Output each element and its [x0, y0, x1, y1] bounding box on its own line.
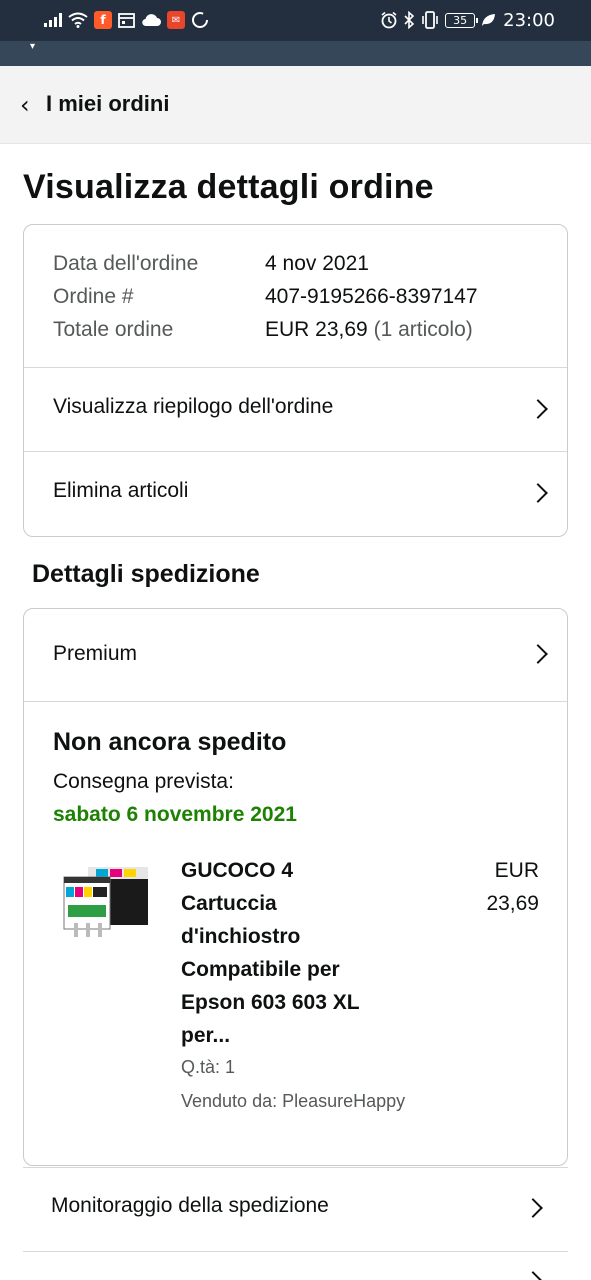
circle-icon: [192, 12, 208, 28]
shipping-speed-row[interactable]: Premium: [24, 609, 567, 701]
chevron-right-icon: [523, 1198, 543, 1218]
chevron-left-icon[interactable]: ‹: [20, 91, 30, 119]
vibrate-icon: [422, 11, 438, 29]
view-order-summary-label: Visualizza riepilogo dell'ordine: [53, 395, 334, 418]
shipping-speed: Premium: [53, 642, 138, 665]
product-price: EUR 23,69: [486, 854, 539, 920]
delivery-date: sabato 6 novembre 2021: [53, 803, 297, 826]
order-date-value: 4 nov 2021: [265, 252, 369, 275]
track-shipment-link[interactable]: Monitoraggio della spedizione: [23, 1167, 568, 1251]
order-date-label: Data dell'ordine: [53, 252, 199, 275]
page-title: Visualizza dettagli ordine: [23, 168, 434, 206]
order-number-value: 407-9195266-8397147: [265, 285, 478, 308]
alarm-icon: [381, 11, 397, 29]
order-total-label: Totale ordine: [53, 318, 174, 341]
app-f-icon: f: [94, 11, 112, 29]
cloud-icon: [142, 14, 161, 27]
battery-icon: 35: [445, 12, 479, 28]
shipment-section-title: Dettagli spedizione: [32, 560, 260, 588]
order-total-count: (1 articolo): [373, 318, 473, 341]
calendar-icon: [118, 13, 135, 28]
remove-items-label: Elimina articoli: [53, 479, 189, 502]
product-title-line: Epson 603 603 XL: [181, 991, 360, 1014]
back-label[interactable]: I miei ordini: [46, 91, 169, 117]
mail-icon: ✉: [167, 11, 185, 29]
status-bar-left: f ✉: [44, 9, 209, 31]
product-title-line: d'inchiostro: [181, 925, 301, 948]
shipment-card: Premium Non ancora spedito Consegna prev…: [23, 608, 568, 1166]
order-total: EUR 23,69 (1 articolo): [265, 313, 473, 346]
product-title-line: per...: [181, 1024, 231, 1047]
caret-down-icon[interactable]: ▾: [30, 41, 35, 52]
wifi-icon: [68, 12, 88, 28]
product-quantity: Q.tà: 1: [181, 1057, 236, 1077]
order-number-label: Ordine #: [53, 285, 134, 308]
leaf-icon: [482, 14, 496, 26]
shipment-detail: Non ancora spedito Consegna prevista: sa…: [24, 701, 567, 1165]
clock: 23:00: [503, 9, 555, 31]
chevron-right-icon: [528, 483, 548, 503]
chevron-right-icon: [523, 1271, 543, 1280]
price-currency: EUR: [494, 859, 539, 882]
product-title-line: Cartuccia: [181, 892, 277, 915]
battery-level: 35: [453, 13, 468, 27]
price-value: 23,69: [486, 892, 539, 915]
shipment-status: Non ancora spedito: [53, 728, 287, 756]
remove-items-link[interactable]: Elimina articoli: [24, 451, 567, 536]
status-bar: f ✉ 35 23:00: [0, 0, 591, 41]
product-title[interactable]: GUCOCO 4 Cartuccia d'inchiostro Compatib…: [181, 854, 411, 1052]
app-nav-strip: ▾: [0, 41, 591, 66]
product-title-line: GUCOCO 4: [181, 859, 294, 882]
chevron-right-icon: [528, 399, 548, 419]
status-bar-right: 35 23:00: [380, 9, 555, 31]
chevron-right-icon: [528, 644, 548, 664]
bluetooth-icon: [404, 11, 415, 29]
track-shipment-label: Monitoraggio della spedizione: [51, 1194, 329, 1217]
signal-icon: [44, 13, 62, 27]
order-total-value: EUR 23,69: [265, 318, 368, 341]
next-row[interactable]: [23, 1251, 568, 1280]
order-card: Data dell'ordine 4 nov 2021 Ordine # 407…: [23, 224, 568, 537]
view-order-summary-link[interactable]: Visualizza riepilogo dell'ordine: [24, 367, 567, 451]
product-image[interactable]: [60, 865, 152, 941]
back-nav[interactable]: ‹ I miei ordini: [0, 66, 591, 144]
delivery-label: Consegna prevista:: [53, 770, 234, 793]
product-seller: Venduto da: PleasureHappy: [181, 1091, 406, 1111]
product-title-line: Compatibile per: [181, 958, 340, 981]
